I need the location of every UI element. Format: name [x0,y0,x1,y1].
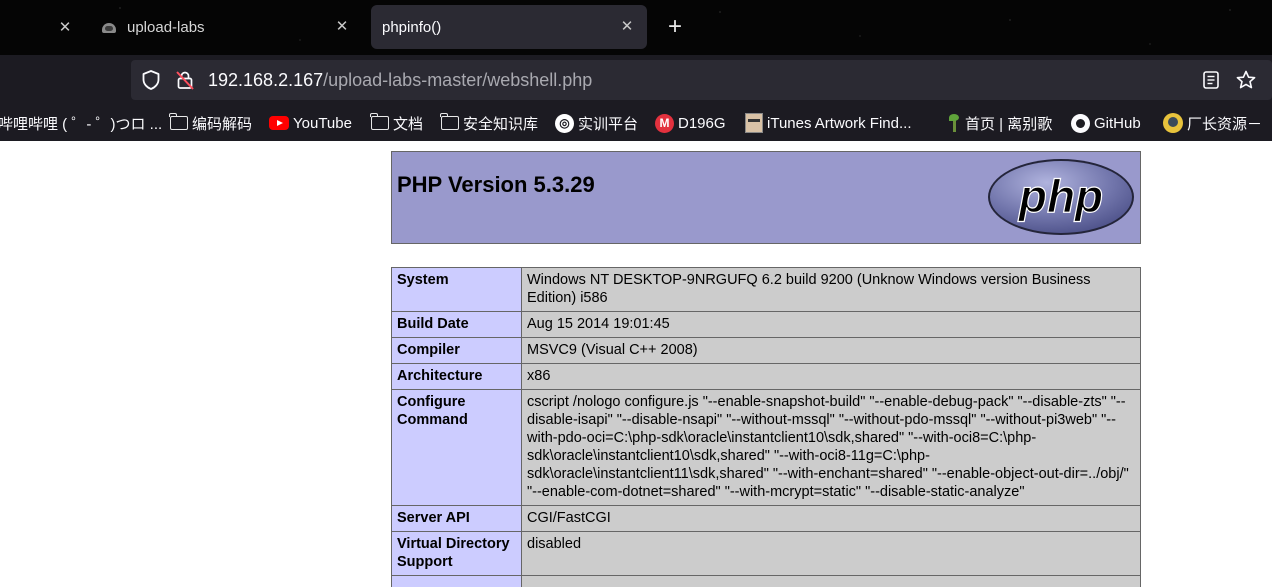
m-icon: M [655,113,674,133]
close-tab-icon[interactable]: ✕ [55,18,75,38]
bookmark-label: 文档 [393,115,424,133]
platform-icon: ◎ [555,113,574,133]
plant-icon [947,113,961,133]
php-logo-text: php [1017,170,1103,222]
table-row: Server API CGI/FastCGI [391,505,1141,532]
bookmark-label: D196G [678,114,726,132]
reader-view-icon[interactable] [1201,70,1221,90]
bookmark-label: 实训平台 [578,115,639,133]
table-row: Configure Command cscript /nologo config… [391,389,1141,506]
folder-icon [370,113,389,130]
info-key: Build Date [391,311,522,338]
php-logo-icon[interactable]: php [986,157,1136,237]
info-key: System [391,267,522,312]
info-value: Aug 15 2014 19:01:45 [521,311,1141,338]
info-value [521,575,1141,587]
new-tab-button[interactable]: + [664,14,686,40]
url-text[interactable]: 192.168.2.167/upload-labs-master/webshel… [208,70,592,91]
bookmark-training-platform[interactable]: ◎ 实训平台 [555,105,638,141]
bookmark-encode-decode[interactable]: 编码解码 [169,105,253,141]
bookmark-star-icon[interactable] [1235,69,1257,91]
info-value: Windows NT DESKTOP-9NRGUFQ 6.2 build 920… [521,267,1141,312]
insecure-connection-lock-icon[interactable] [174,69,196,91]
php-version-title: PHP Version 5.3.29 [397,172,595,197]
table-row: Virtual Directory Support disabled [391,531,1141,576]
bookmark-security-kb[interactable]: 安全知识库 [440,105,539,141]
bookmark-label: 首页 | 离别歌 [965,115,1053,133]
bookmark-github[interactable]: GitHub [1071,105,1141,141]
info-key: Virtual Directory Support [391,531,522,576]
tab-upload-labs[interactable]: upload-labs ✕ [90,5,362,49]
bookmark-changzhang[interactable]: 厂长资源－ [1163,105,1262,141]
bookmark-label: YouTube [293,114,352,132]
tab-title: phpinfo() [382,18,442,36]
bookmark-label: 厂长资源－ [1187,115,1263,133]
bookmark-label: GitHub [1094,114,1141,132]
bookmark-d196g[interactable]: M D196G [655,105,726,141]
site-icon [1163,113,1183,133]
info-key: Compiler [391,337,522,364]
bookmarks-toolbar: 哔哩哔哩 ( ゜- ゜)つロ ... 编码解码 YouTube 文档 安全知识库… [0,105,1272,141]
github-icon [1071,113,1090,133]
bookmark-itunes-artwork[interactable]: iTunes Artwork Find... [745,105,912,141]
bookmark-label: iTunes Artwork Find... [767,114,912,132]
table-row: Architecture x86 [391,363,1141,390]
bookmark-youtube[interactable]: YouTube [269,105,352,141]
table-row: Build Date Aug 15 2014 19:01:45 [391,311,1141,338]
bookmark-label: 哔哩哔哩 ( ゜- ゜)つロ ... [0,115,163,133]
info-key: Configure Command [391,389,522,506]
folder-icon [440,113,459,130]
bookmark-label: 编码解码 [192,115,253,133]
tab-title: upload-labs [127,18,205,36]
tab-phpinfo[interactable]: phpinfo() ✕ [371,5,647,49]
tracking-protection-shield-icon[interactable] [140,69,162,91]
bookmark-label: 安全知识库 [463,115,539,133]
page-content: PHP Version 5.3.29 php System Windows NT… [0,141,1272,587]
table-row: System Windows NT DESKTOP-9NRGUFQ 6.2 bu… [391,267,1141,312]
table-row: Compiler MSVC9 (Visual C++ 2008) [391,337,1141,364]
upload-labs-favicon-icon [100,20,118,34]
info-key [391,575,522,587]
close-tab-icon[interactable]: ✕ [617,17,637,37]
info-value: MSVC9 (Visual C++ 2008) [521,337,1141,364]
folder-icon [169,113,188,130]
table-row [391,575,1141,587]
info-value: disabled [521,531,1141,576]
info-value: CGI/FastCGI [521,505,1141,532]
face-icon [745,113,763,133]
navigation-toolbar: 192.168.2.167/upload-labs-master/webshel… [0,55,1272,105]
bookmark-bilibili[interactable]: 哔哩哔哩 ( ゜- ゜)つロ ... [0,105,162,141]
php-info-table: System Windows NT DESKTOP-9NRGUFQ 6.2 bu… [391,267,1141,587]
bookmark-docs[interactable]: 文档 [370,105,424,141]
close-tab-icon[interactable]: ✕ [332,17,352,37]
info-value: x86 [521,363,1141,390]
info-key: Architecture [391,363,522,390]
info-value: cscript /nologo configure.js "--enable-s… [521,389,1141,506]
bookmark-libiege[interactable]: 首页 | 离别歌 [947,105,1052,141]
url-path: /upload-labs-master/webshell.php [323,70,593,90]
url-bar[interactable]: 192.168.2.167/upload-labs-master/webshel… [131,60,1272,100]
youtube-icon [269,116,289,130]
info-key: Server API [391,505,522,532]
url-host: 192.168.2.167 [208,70,324,90]
tab-bar: ✕ upload-labs ✕ phpinfo() ✕ + [0,0,1272,55]
php-version-header: PHP Version 5.3.29 php [391,151,1141,244]
